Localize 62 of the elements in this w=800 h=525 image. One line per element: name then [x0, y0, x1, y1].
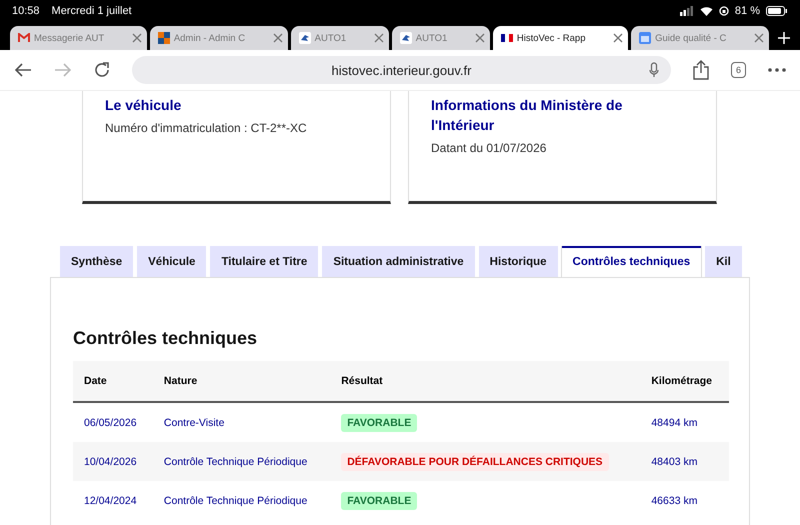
mileage-cell: 48494 km	[640, 402, 729, 442]
column-header: Résultat	[330, 361, 640, 402]
close-icon[interactable]	[754, 33, 764, 43]
date-cell: 10/04/2026	[73, 442, 153, 481]
tab-title: AUTO1	[416, 32, 448, 44]
microphone-icon[interactable]	[648, 62, 659, 78]
section-tab[interactable]: Kil	[705, 246, 742, 277]
close-icon[interactable]	[474, 33, 485, 43]
battery-icon	[766, 6, 788, 16]
date-cell: 12/04/2024	[73, 481, 153, 520]
lock-rotation-icon	[718, 6, 729, 16]
section-title: Contrôles techniques	[73, 328, 258, 349]
tab-title: Messagerie AUT	[34, 32, 106, 44]
tab-title: AUTO1	[314, 32, 348, 44]
reload-icon[interactable]	[94, 62, 110, 78]
section-tab[interactable]: Situation administrative	[322, 246, 475, 277]
close-icon[interactable]	[613, 33, 624, 43]
new-tab-icon[interactable]	[778, 32, 790, 44]
tab-count-button[interactable]: 6	[730, 62, 746, 78]
result-badge: FAVORABLE	[341, 492, 418, 510]
date-cell: 06/05/2026	[73, 402, 153, 442]
card-text: Numéro d'immatriculation : CT-2**-XC	[105, 121, 308, 135]
result-badge: DÉFAVORABLE POUR DÉFAILLANCES CRITIQUES	[341, 452, 609, 470]
section-tab[interactable]: Synthèse	[60, 246, 134, 277]
document-icon	[639, 32, 652, 44]
nature-cell: Contrôle Technique Périodique	[152, 442, 330, 481]
column-header: Kilométrage	[640, 361, 729, 402]
close-icon[interactable]	[374, 33, 384, 43]
grid-icon	[158, 32, 170, 44]
nature-cell: Contre-Visite	[152, 402, 330, 442]
result-badge: FAVORABLE	[341, 414, 418, 432]
section-tab[interactable]: Historique	[478, 246, 558, 277]
mail-icon	[18, 33, 30, 43]
more-icon[interactable]	[768, 68, 786, 72]
battery-percent: 81 %	[734, 5, 760, 17]
car-logo-icon	[298, 32, 311, 44]
tab-title: Admin - Admin C	[174, 32, 246, 44]
back-icon[interactable]	[14, 63, 32, 77]
browser-tab[interactable]: HistoVec - Rapp	[492, 26, 628, 50]
status-time: 10:58	[12, 5, 40, 17]
address-bar[interactable]: histovec.interieur.gouv.fr	[132, 56, 671, 84]
signal-icon	[680, 6, 694, 16]
card-title: Informations du Ministère de l'Intérieur	[431, 96, 624, 135]
column-header: Nature	[152, 361, 330, 402]
share-icon[interactable]	[692, 60, 709, 80]
card-text: Datant du 01/07/2026	[431, 141, 548, 155]
mileage-cell: 48403 km	[640, 442, 729, 481]
close-icon[interactable]	[272, 33, 283, 43]
section-tab[interactable]: Titulaire et Titre	[210, 246, 318, 277]
card-title: Le véhicule	[105, 96, 182, 115]
mileage-cell: 46633 km	[640, 481, 729, 520]
column-header: Date	[73, 361, 153, 402]
section-tab[interactable]: Véhicule	[137, 246, 206, 277]
status-date: Mercredi 1 juillet	[52, 5, 132, 17]
tab-title: Guide qualité - C	[655, 32, 728, 44]
wifi-icon	[700, 6, 713, 16]
nature-cell: Contrôle Technique Périodique	[152, 481, 330, 520]
tab-title: HistoVec - Rapp	[516, 32, 587, 44]
close-icon[interactable]	[132, 33, 142, 43]
car-logo-icon	[400, 32, 412, 44]
section-tab[interactable]: Contrôles techniques	[562, 246, 702, 277]
flag-icon	[500, 34, 513, 42]
